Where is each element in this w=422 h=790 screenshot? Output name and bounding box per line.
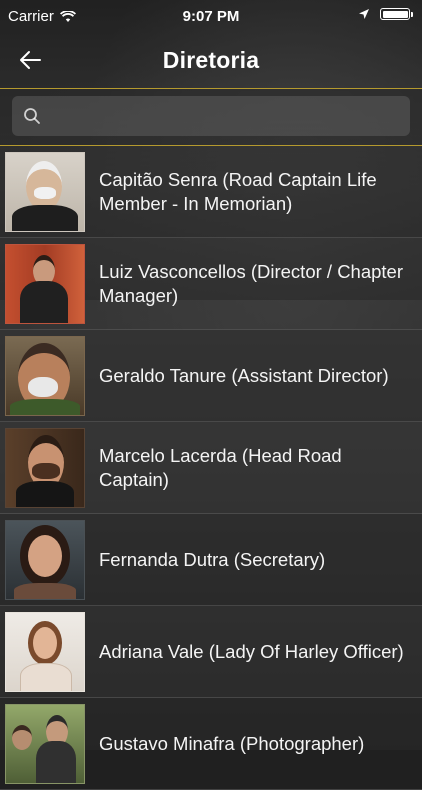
arrow-left-icon: [20, 51, 41, 69]
list-item[interactable]: Geraldo Tanure (Assistant Director): [0, 330, 422, 422]
member-name: Capitão Senra (Road Captain Life Member …: [99, 168, 377, 214]
list-item[interactable]: Capitão Senra (Road Captain Life Member …: [0, 146, 422, 238]
member-name: Marcelo Lacerda (Head Road Captain): [99, 444, 342, 490]
list-item[interactable]: Fernanda Dutra (Secretary): [0, 514, 422, 606]
member-name: Geraldo Tanure (Assistant Director): [99, 364, 389, 386]
status-bar: Carrier 9:07 PM: [0, 0, 422, 34]
member-name: Adriana Vale (Lady Of Harley Officer): [99, 640, 404, 662]
avatar: [5, 427, 85, 508]
list-item[interactable]: Marcelo Lacerda (Head Road Captain): [0, 422, 422, 514]
search-icon: [18, 107, 46, 125]
avatar: [5, 335, 85, 416]
avatar: [5, 519, 85, 600]
battery-icon: [380, 8, 413, 20]
page-title: Diretoria: [162, 46, 260, 73]
list-item[interactable]: Adriana Vale (Lady Of Harley Officer): [0, 606, 422, 698]
member-list: Capitão Senra (Road Captain Life Member …: [0, 146, 422, 790]
search-bar: [0, 88, 422, 146]
member-name: Luiz Vasconcellos (Director / Chapter Ma…: [99, 260, 404, 306]
search-field-container[interactable]: [12, 95, 410, 137]
list-item[interactable]: Luiz Vasconcellos (Director / Chapter Ma…: [0, 238, 422, 330]
member-name: Fernanda Dutra (Secretary): [99, 548, 326, 570]
list-item[interactable]: Gustavo Minafra (Photographer): [0, 698, 422, 790]
search-input[interactable]: [46, 95, 410, 137]
navigation-bar: Diretoria: [0, 34, 422, 86]
status-right-group: [358, 8, 413, 20]
member-name: Gustavo Minafra (Photographer): [99, 732, 365, 754]
avatar: [5, 611, 85, 692]
location-arrow-icon: [359, 9, 369, 19]
avatar: [5, 151, 85, 232]
back-button[interactable]: [14, 44, 46, 76]
avatar: [5, 243, 85, 324]
avatar: [5, 703, 85, 784]
